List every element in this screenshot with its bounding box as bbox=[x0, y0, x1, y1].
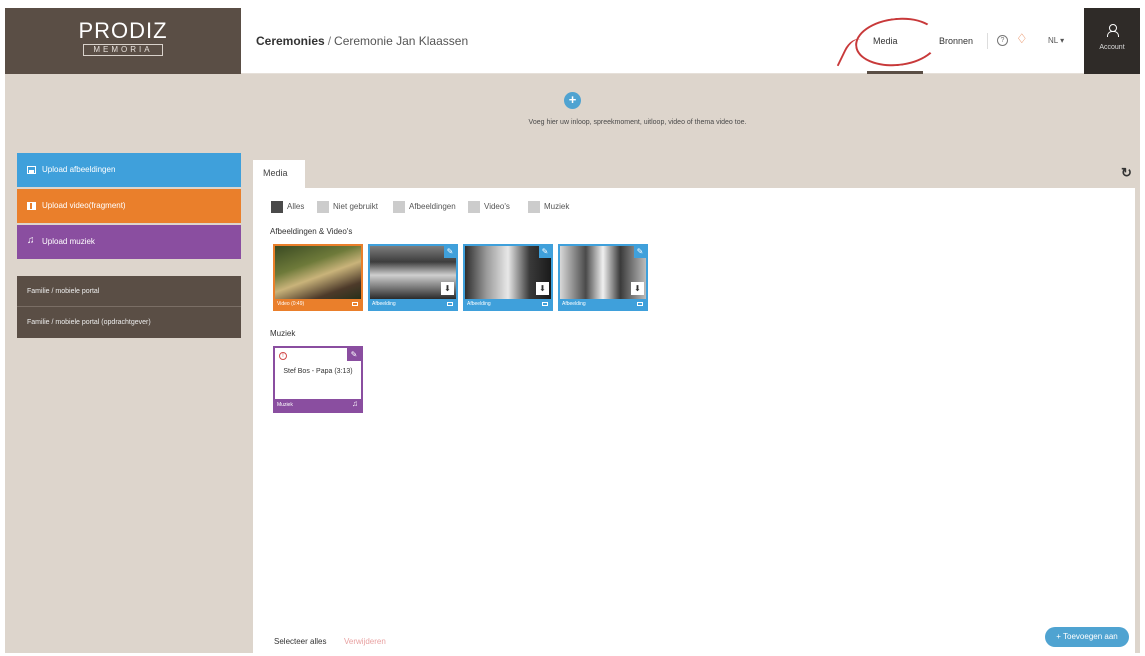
add-to-button[interactable]: + Toevoegen aan bbox=[1045, 627, 1129, 647]
media-caption: Video (0:49) bbox=[277, 301, 305, 307]
edit-icon[interactable]: ✎ bbox=[347, 348, 361, 361]
filter-checkbox bbox=[271, 201, 283, 213]
media-card-image[interactable]: ✎ ⬇ Afbeelding bbox=[463, 244, 553, 311]
portal-menu: Familie / mobiele portal Familie / mobie… bbox=[17, 276, 241, 338]
media-card-image[interactable]: ✎ ⬇ Afbeelding bbox=[368, 244, 458, 311]
filter-label: Muziek bbox=[544, 202, 570, 211]
logo-title: PRODIZ bbox=[78, 18, 168, 43]
film-icon bbox=[27, 202, 36, 210]
image-icon bbox=[542, 302, 548, 306]
filter-unused[interactable]: Niet gebruikt bbox=[317, 201, 378, 213]
nav-divider bbox=[987, 33, 988, 49]
edit-icon[interactable]: ✎ bbox=[444, 246, 456, 258]
filter-label: Afbeeldingen bbox=[409, 202, 456, 211]
upload-video-label: Upload video(fragment) bbox=[42, 201, 126, 210]
media-caption: Afbeelding bbox=[372, 301, 396, 307]
nav-bronnen[interactable]: Bronnen bbox=[939, 36, 973, 46]
image-icon bbox=[637, 302, 643, 306]
filter-music[interactable]: Muziek bbox=[528, 201, 569, 213]
section-title-media: Afbeeldingen & Video's bbox=[270, 227, 353, 236]
music-note-icon: ♫ bbox=[352, 399, 358, 408]
portal-item-family-mobile-client[interactable]: Familie / mobiele portal (opdrachtgever) bbox=[17, 307, 241, 338]
logo[interactable]: PRODIZ MEMORIA bbox=[5, 8, 241, 74]
music-caption: Muziek bbox=[277, 402, 293, 408]
filter-label: Niet gebruikt bbox=[333, 202, 378, 211]
filter-checkbox bbox=[317, 201, 329, 213]
app-window: PRODIZ MEMORIA Ceremonies / Ceremonie Jan … bbox=[5, 8, 1140, 653]
section-title-music: Muziek bbox=[270, 329, 296, 338]
download-icon[interactable]: ⬇ bbox=[536, 282, 549, 295]
music-card-footer: Muziek ♫ bbox=[275, 399, 361, 411]
top-bar: PRODIZ MEMORIA Ceremonies / Ceremonie Jan … bbox=[5, 8, 1140, 76]
breadcrumb-separator: / bbox=[327, 34, 332, 48]
filter-label: Alles bbox=[287, 202, 305, 211]
filter-label: Video's bbox=[484, 202, 510, 211]
add-item-button[interactable]: + bbox=[564, 92, 581, 109]
account-button[interactable]: Account bbox=[1084, 8, 1140, 74]
media-panel: Alles Niet gebruikt Afbeeldingen Video's… bbox=[253, 188, 1135, 653]
delete-link[interactable]: Verwijderen bbox=[344, 637, 386, 646]
music-note-icon: ♫ bbox=[27, 235, 35, 246]
upload-music-button[interactable]: ♫ Upload muziek bbox=[17, 225, 241, 259]
filter-images[interactable]: Afbeeldingen bbox=[393, 201, 456, 213]
breadcrumb-current: Ceremonie Jan Klaassen bbox=[334, 34, 469, 48]
logo-subtitle: MEMORIA bbox=[83, 44, 163, 56]
user-icon bbox=[1107, 24, 1119, 37]
media-card-image[interactable]: ✎ ⬇ Afbeelding bbox=[558, 244, 648, 311]
upload-images-button[interactable]: Upload afbeeldingen bbox=[17, 153, 241, 187]
image-icon bbox=[27, 166, 36, 174]
account-label: Account bbox=[1099, 44, 1125, 51]
language-value: NL bbox=[1048, 36, 1058, 45]
music-title: Stef Bos - Papa (3:13) bbox=[283, 368, 353, 375]
filter-checkbox bbox=[393, 201, 405, 213]
download-icon[interactable]: ⬇ bbox=[631, 282, 644, 295]
filter-all[interactable]: Alles bbox=[271, 201, 304, 213]
upload-video-button[interactable]: Upload video(fragment) bbox=[17, 189, 241, 223]
music-card[interactable]: ! ✎ Stef Bos - Papa (3:13) Muziek ♫ bbox=[273, 346, 363, 413]
select-all-link[interactable]: Selecteer alles bbox=[274, 637, 326, 646]
download-icon[interactable]: ⬇ bbox=[441, 282, 454, 295]
edit-icon[interactable]: ✎ bbox=[634, 246, 646, 258]
video-icon bbox=[352, 302, 358, 306]
media-card-video[interactable]: Video (0:49) bbox=[273, 244, 363, 311]
filter-checkbox bbox=[468, 201, 480, 213]
video-thumbnail bbox=[275, 246, 361, 299]
media-caption: Afbeelding bbox=[562, 301, 586, 307]
help-icon[interactable]: ? bbox=[997, 35, 1008, 46]
tab-media[interactable]: Media bbox=[253, 160, 305, 188]
upload-music-label: Upload muziek bbox=[42, 237, 95, 246]
nav-active-indicator bbox=[867, 71, 923, 74]
refresh-icon[interactable]: ↻ bbox=[1121, 165, 1132, 181]
language-select[interactable]: NL ▾ bbox=[1048, 36, 1064, 45]
warning-icon: ! bbox=[279, 352, 287, 360]
image-icon bbox=[447, 302, 453, 306]
media-caption: Afbeelding bbox=[467, 301, 491, 307]
add-item-hint: Voeg hier uw inloop, spreekmoment, uitlo… bbox=[528, 119, 747, 126]
portal-item-family-mobile[interactable]: Familie / mobiele portal bbox=[17, 276, 241, 307]
breadcrumb: Ceremonies / Ceremonie Jan Klaassen bbox=[256, 34, 468, 48]
edit-icon[interactable]: ✎ bbox=[539, 246, 551, 258]
breadcrumb-ceremonies[interactable]: Ceremonies bbox=[256, 34, 325, 48]
filter-videos[interactable]: Video's bbox=[468, 201, 510, 213]
filter-checkbox bbox=[528, 201, 540, 213]
upload-images-label: Upload afbeeldingen bbox=[42, 165, 116, 174]
nav-media[interactable]: Media bbox=[873, 36, 898, 46]
bell-icon[interactable]: ♢ bbox=[1016, 32, 1028, 46]
